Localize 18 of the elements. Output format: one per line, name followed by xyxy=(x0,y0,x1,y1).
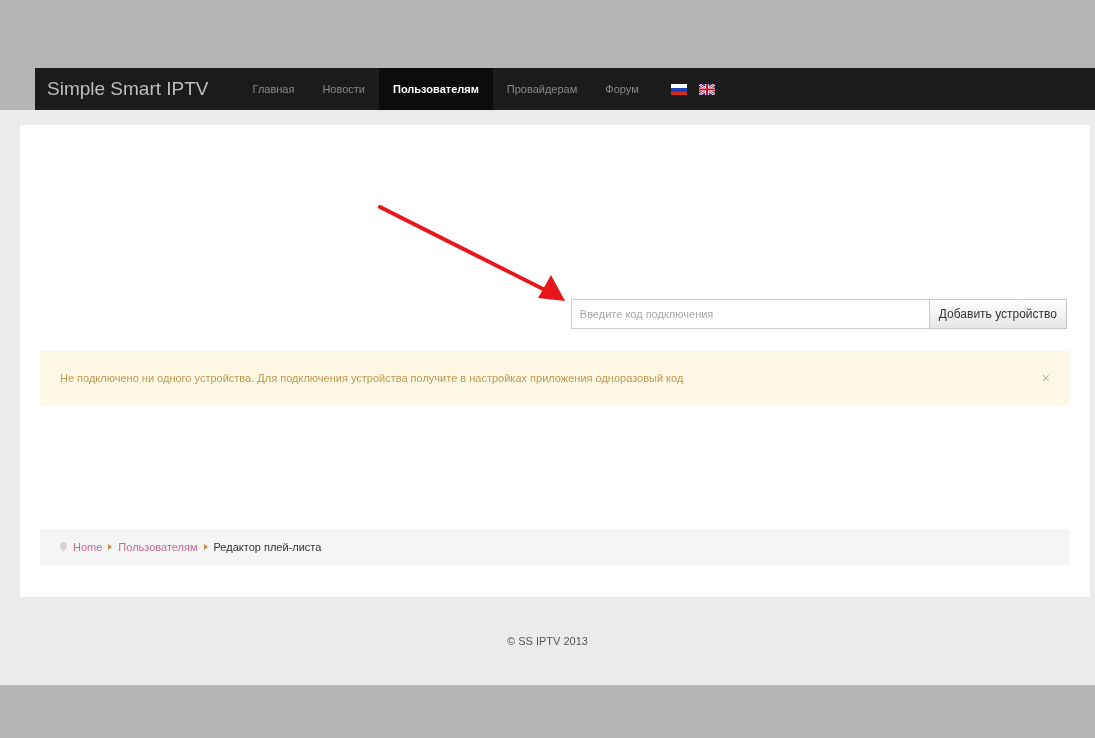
caret-icon xyxy=(203,544,208,550)
nav-item[interactable]: Новости xyxy=(308,68,379,110)
caret-icon xyxy=(108,544,113,550)
add-device-button[interactable]: Добавить устройство xyxy=(928,299,1067,329)
current-page-text: Редактор плей-листа xyxy=(213,541,322,553)
connection-code-field[interactable]: Введите код подключения xyxy=(570,299,929,329)
breadcrumb-link[interactable]: Пользователям xyxy=(118,541,198,553)
alert-text: Не подключено ни одного устройства. Для подключения устройства получите в настройках приложения одноразовый код xyxy=(60,372,684,384)
nav-item[interactable]: Пользователям xyxy=(379,68,493,110)
copyright-text: © SS IPTV 2013 xyxy=(507,635,588,647)
pin-icon xyxy=(60,542,67,552)
nav-item[interactable]: Главная xyxy=(238,68,309,110)
nav-item[interactable]: Провайдерам xyxy=(492,68,592,110)
breadcrumb-link[interactable]: Home xyxy=(73,541,103,553)
british-flag-icon[interactable] xyxy=(698,83,715,95)
russian-flag-icon[interactable] xyxy=(670,83,687,95)
brand-name[interactable]: Simple Smart IPTV xyxy=(35,78,239,100)
nav-item[interactable]: Форум xyxy=(591,68,653,110)
